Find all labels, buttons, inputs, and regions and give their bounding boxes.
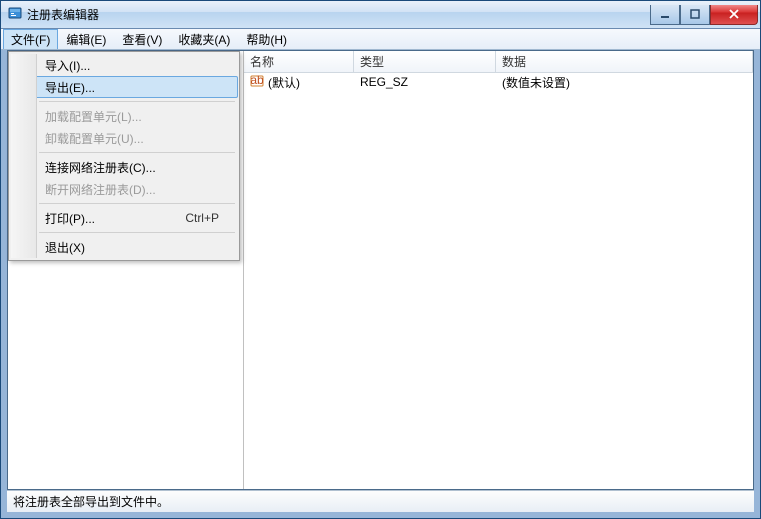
titlebar: 注册表编辑器 [1,1,760,29]
list-pane: 名称 类型 数据 ab (默认) [244,51,753,489]
column-header-data[interactable]: 数据 [496,51,753,72]
menu-favorites[interactable]: 收藏夹(A) [170,29,238,49]
statusbar-text: 将注册表全部导出到文件中。 [13,493,169,510]
file-menu-dropdown: 导入(I)... 导出(E)... 加载配置单元(L)... 卸载配置单元(U)… [8,51,240,261]
window: 注册表编辑器 文件(F) 编辑(E) 查看(V) 收藏夹(A) 帮助(H) 名称 [0,0,761,519]
cell-data-text: (数值未设置) [496,74,753,91]
menu-item-unload-hive: 卸载配置单元(U)... [39,127,237,149]
cell-name-text: (默认) [268,74,300,91]
shortcut-label: Ctrl+P [185,211,219,225]
workspace: 名称 类型 数据 ab (默认) [7,50,754,490]
list-header: 名称 类型 数据 [244,51,753,73]
menu-item-import[interactable]: 导入(I)... [39,54,237,76]
svg-text:ab: ab [250,74,264,87]
statusbar: 将注册表全部导出到文件中。 [7,490,754,512]
menu-help[interactable]: 帮助(H) [238,29,295,49]
window-controls [650,5,758,25]
column-header-type[interactable]: 类型 [354,51,496,72]
minimize-button[interactable] [650,5,680,25]
menu-separator [39,152,235,153]
app-icon [7,5,23,24]
menu-item-connect-network[interactable]: 连接网络注册表(C)... [39,156,237,178]
menu-view[interactable]: 查看(V) [114,29,170,49]
menubar: 文件(F) 编辑(E) 查看(V) 收藏夹(A) 帮助(H) [1,29,760,50]
menu-separator [39,101,235,102]
string-value-icon: ab [250,74,264,91]
cell-type-text: REG_SZ [354,75,496,89]
menu-item-disconnect-network: 断开网络注册表(D)... [39,178,237,200]
maximize-button[interactable] [680,5,710,25]
menu-edit[interactable]: 编辑(E) [58,29,114,49]
menu-file[interactable]: 文件(F) [3,29,58,49]
list-row[interactable]: ab (默认) REG_SZ (数值未设置) [244,73,753,91]
menu-separator [39,203,235,204]
close-button[interactable] [710,5,758,25]
menu-item-export[interactable]: 导出(E)... [12,76,238,98]
menu-separator [39,232,235,233]
menu-item-load-hive: 加载配置单元(L)... [39,105,237,127]
column-header-name[interactable]: 名称 [244,51,354,72]
menu-item-print[interactable]: 打印(P)... Ctrl+P [39,207,237,229]
list-body[interactable]: ab (默认) REG_SZ (数值未设置) [244,73,753,489]
window-title: 注册表编辑器 [27,6,99,23]
menu-item-exit[interactable]: 退出(X) [39,236,237,258]
